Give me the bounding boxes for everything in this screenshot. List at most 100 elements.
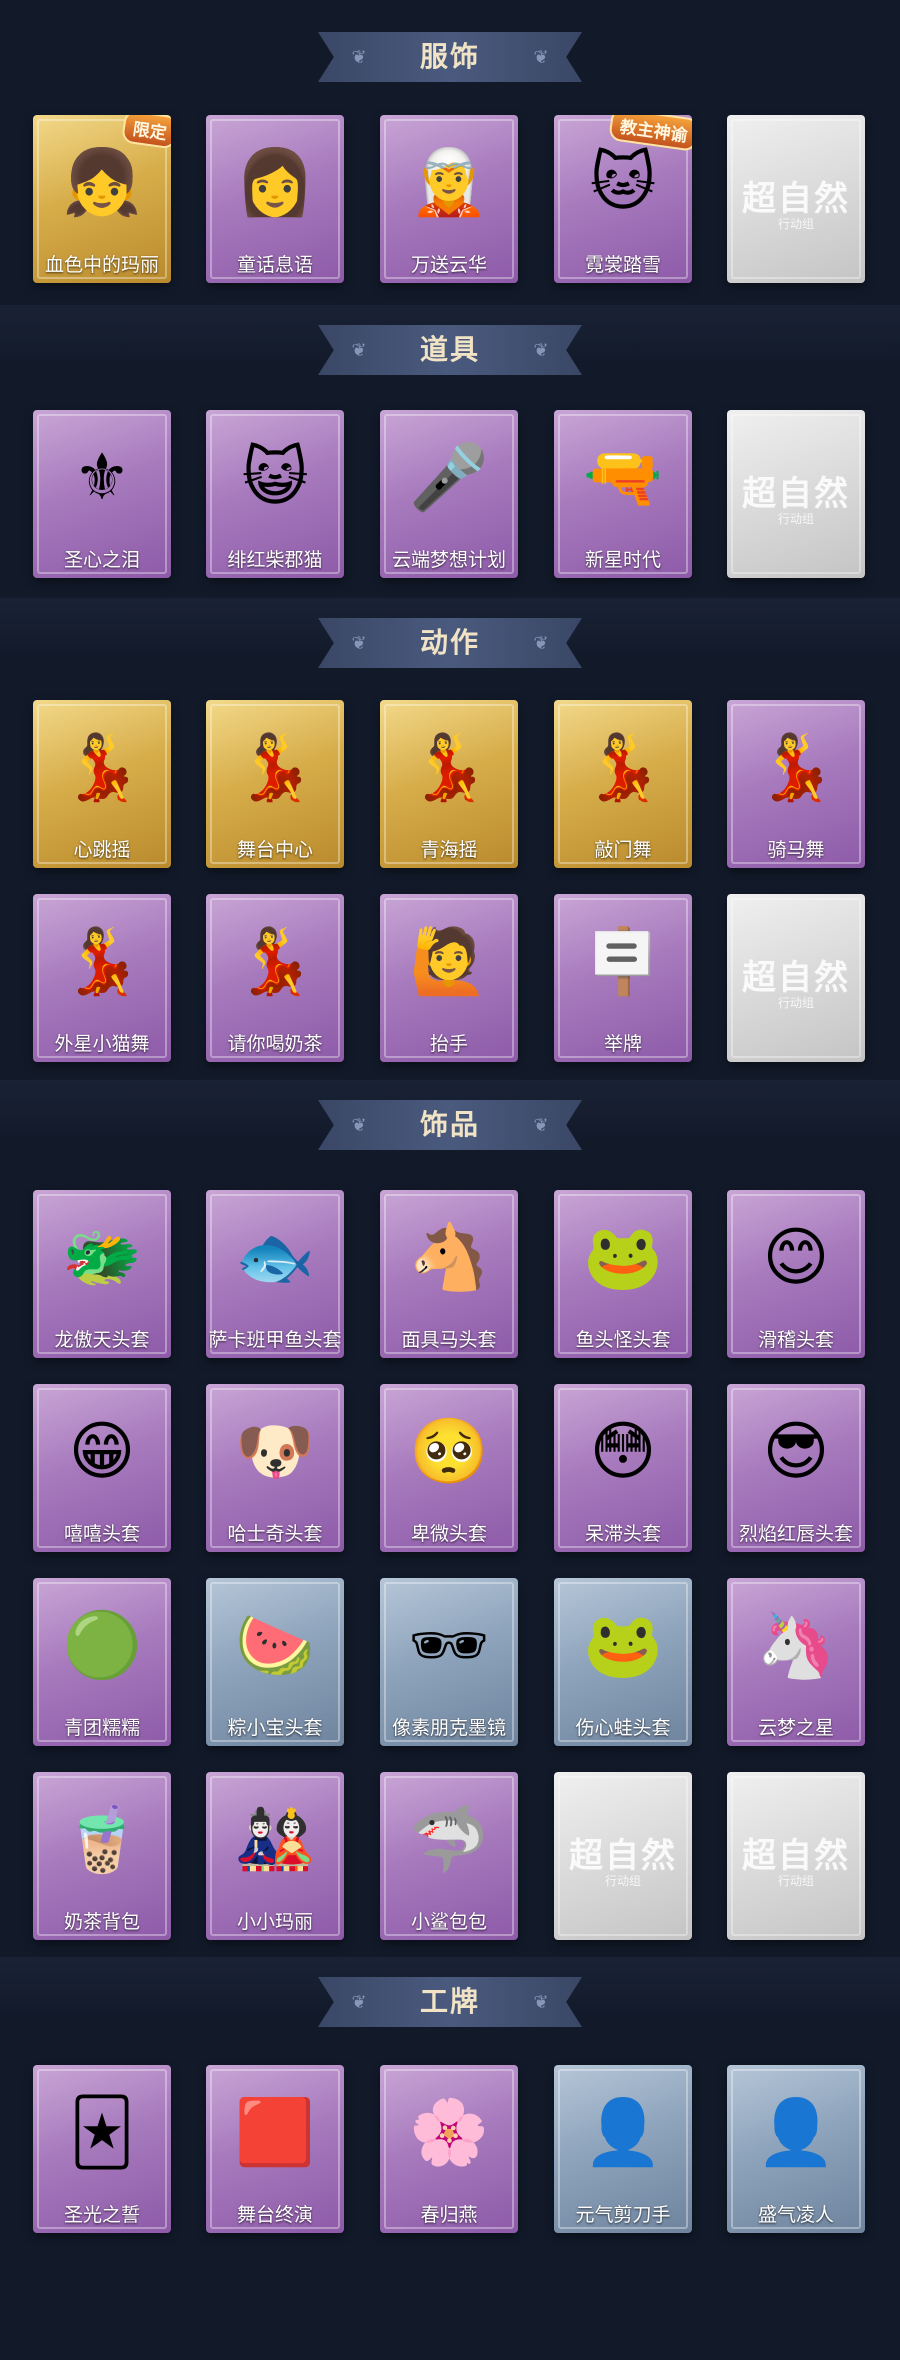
collection-item-card[interactable]: 🐶 哈士奇头套 (206, 1384, 344, 1552)
fish-head-icon: 🐟 (235, 1220, 315, 1293)
raise-hand-pose-icon: 🙋 (409, 924, 489, 997)
placeholder-logo-text: 超自然 (742, 475, 850, 513)
placeholder-logo-text: 超自然 (569, 1837, 677, 1875)
item-label: 云梦之星 (757, 1718, 834, 1739)
collection-item-card[interactable]: 💃 心跳摇 (33, 700, 171, 868)
collection-item-card[interactable]: 🧝 万送云华 (380, 115, 518, 283)
placeholder-logo-text: 超自然 (742, 1837, 850, 1875)
item-label: 舞台中心 (236, 840, 313, 861)
scepter-icon: ⚜ (73, 440, 131, 513)
melon-head-icon: 🍉 (235, 1608, 315, 1681)
unicorn-cloud-icon: 🦄 (756, 1608, 836, 1681)
collection-item-card[interactable]: 💃 敲门舞 (554, 700, 692, 868)
item-label: 伤心蛙头套 (575, 1718, 671, 1739)
collection-item-card[interactable]: 💃 骑马舞 (727, 700, 865, 868)
smile-face-icon: 😊 (762, 1220, 830, 1293)
section-header: ❦ ❦ 服饰 (318, 32, 582, 82)
collection-item-card[interactable]: 🪧 举牌 (554, 894, 692, 1062)
microphone-wand-icon: 🎤 (409, 440, 489, 513)
collection-item-card[interactable]: 🎎 小小玛丽 (206, 1772, 344, 1940)
item-label: 骑马舞 (767, 840, 825, 861)
collection-item-card[interactable]: 👤 盛气凌人 (727, 2065, 865, 2233)
dance-pose-icon: 💃 (235, 730, 315, 803)
sad-frog-icon: 🐸 (583, 1608, 663, 1681)
item-label: 举牌 (603, 1034, 642, 1055)
collection-item-card[interactable]: 🐲 龙傲天头套 (33, 1190, 171, 1358)
placeholder-logo-text: 超自然 (742, 959, 850, 997)
item-label: 万送云华 (410, 255, 487, 276)
collection-item-card[interactable]: 💃 舞台中心 (206, 700, 344, 868)
item-label: 盛气凌人 (757, 2205, 834, 2226)
placeholder-logo-subtext: 行动组 (604, 1874, 641, 1888)
item-label: 面具马头套 (401, 1330, 497, 1351)
collection-item-card[interactable]: 🐴 面具马头套 (380, 1190, 518, 1358)
collection-item-card[interactable]: 🐟 萨卡班甲鱼头套 (206, 1190, 344, 1358)
collection-item-card[interactable]: 🃏 圣光之誓 (33, 2065, 171, 2233)
collection-item-card[interactable]: 😁 嘻嘻头套 (33, 1384, 171, 1552)
item-label: 抬手 (429, 1034, 468, 1055)
collection-item-card[interactable]: 😺 绯红柴郡猫 (206, 410, 344, 578)
placeholder-card[interactable]: 超自然 行动组 (554, 1772, 692, 1940)
collection-item-card[interactable]: 🥺 卑微头套 (380, 1384, 518, 1552)
husky-head-icon: 🐶 (235, 1414, 315, 1487)
collection-item-card[interactable]: 🟥 舞台终演 (206, 2065, 344, 2233)
section-title: 动作 (419, 627, 480, 658)
collection-item-card[interactable]: 🧋 奶茶背包 (33, 1772, 171, 1940)
placeholder-card[interactable]: 超自然 行动组 (727, 410, 865, 578)
collection-item-card[interactable]: 🐸 鱼头怪头套 (554, 1190, 692, 1358)
collection-item-card[interactable]: ⚜ 圣心之泪 (33, 410, 171, 578)
item-label: 嘻嘻头套 (63, 1524, 140, 1545)
collection-item-card[interactable]: 😎 烈焰红唇头套 (727, 1384, 865, 1552)
green-blob-icon: 🟢 (62, 1608, 142, 1681)
placeholder-card[interactable]: 超自然 行动组 (727, 115, 865, 283)
collection-item-card[interactable]: 🟢 青团糯糯 (33, 1578, 171, 1746)
collection-item-card[interactable]: 🕶 像素朋克墨镜 (380, 1578, 518, 1746)
silver-hair-portrait-icon: 🧝 (409, 145, 489, 218)
revolver-icon: 🔫 (583, 440, 663, 513)
collection-item-card[interactable]: 👩 童话息语 (206, 115, 344, 283)
collection-item-card[interactable]: 👧 血色中的玛丽 限定 (33, 115, 171, 283)
collection-item-card[interactable]: 😳 呆滞头套 (554, 1384, 692, 1552)
doll-portrait-icon: 👧 (62, 145, 142, 218)
mini-doll-icon: 🎎 (235, 1802, 315, 1875)
placeholder-card[interactable]: 超自然 行动组 (727, 1772, 865, 1940)
collection-item-card[interactable]: 🙋 抬手 (380, 894, 518, 1062)
item-label: 童话息语 (236, 255, 313, 276)
collection-item-card[interactable]: 💃 请你喝奶茶 (206, 894, 344, 1062)
collection-item-card[interactable]: 🌸 春归燕 (380, 2065, 518, 2233)
collection-item-card[interactable]: 🔫 新星时代 (554, 410, 692, 578)
shark-bag-icon: 🦈 (409, 1802, 489, 1875)
collection-item-card[interactable]: 🍉 粽小宝头套 (206, 1578, 344, 1746)
item-label: 卑微头套 (410, 1524, 487, 1545)
milk-tea-bag-icon: 🧋 (62, 1802, 142, 1875)
placeholder-logo-subtext: 行动组 (777, 996, 814, 1010)
collection-item-card[interactable]: 🦈 小鲨包包 (380, 1772, 518, 1940)
collection-item-card[interactable]: 😊 滑稽头套 (727, 1190, 865, 1358)
collection-item-card[interactable]: 🦄 云梦之星 (727, 1578, 865, 1746)
collection-item-card[interactable]: 💃 外星小猫舞 (33, 894, 171, 1062)
item-label: 血色中的玛丽 (44, 255, 159, 276)
dance-pose-icon: 💃 (583, 730, 663, 803)
item-label: 小鲨包包 (410, 1912, 487, 1933)
item-label: 霓裳踏雪 (584, 255, 661, 276)
placeholder-logo-subtext: 行动组 (777, 217, 814, 231)
collection-item-card[interactable]: 💃 青海摇 (380, 700, 518, 868)
placeholder-card[interactable]: 超自然 行动组 (727, 894, 865, 1062)
section-title: 服饰 (419, 41, 480, 72)
placeholder-logo-subtext: 行动组 (777, 1874, 814, 1888)
item-label: 新星时代 (584, 550, 661, 571)
dance-pose-icon: 💃 (235, 924, 315, 997)
dance-pose-icon: 💃 (756, 730, 836, 803)
section-header: ❦ ❦ 饰品 (318, 1100, 582, 1150)
dazed-face-icon: 😳 (589, 1414, 657, 1487)
collection-item-card[interactable]: 🐸 伤心蛙头套 (554, 1578, 692, 1746)
hold-sign-pose-icon: 🪧 (583, 924, 663, 997)
collection-item-card[interactable]: 👤 元气剪刀手 (554, 2065, 692, 2233)
collection-item-card[interactable]: 🐱 霓裳踏雪 教主神谕 (554, 115, 692, 283)
cat-ears-portrait-icon: 🐱 (589, 145, 657, 218)
placeholder-logo-subtext: 行动组 (777, 512, 814, 526)
section-title: 道具 (419, 334, 480, 365)
item-label: 云端梦想计划 (391, 550, 506, 571)
collection-item-card[interactable]: 🎤 云端梦想计划 (380, 410, 518, 578)
placeholder-logo-text: 超自然 (742, 180, 850, 218)
